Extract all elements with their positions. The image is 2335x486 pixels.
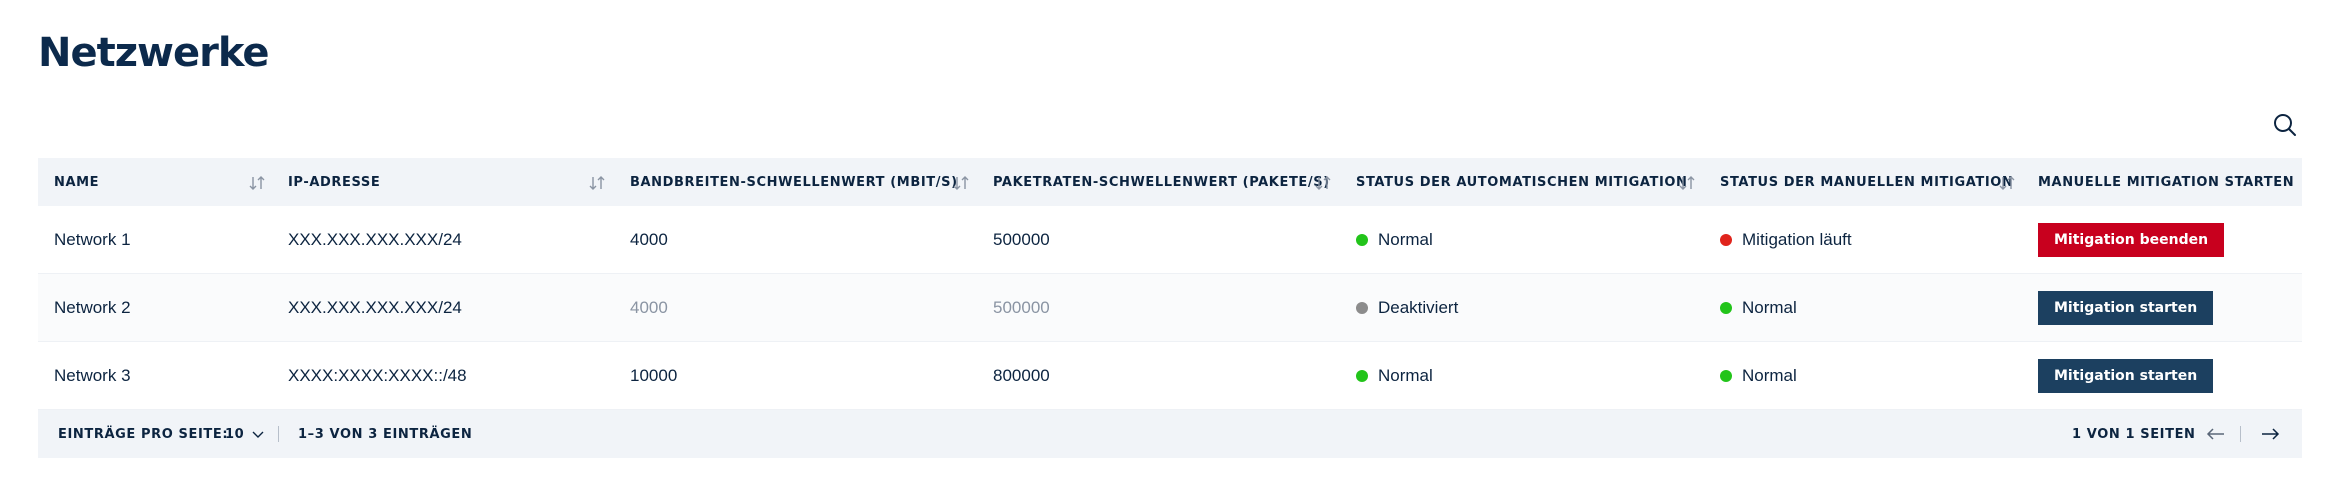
sort-icon[interactable] <box>1314 174 1332 192</box>
status-label: Mitigation läuft <box>1742 230 1852 249</box>
status-label: Normal <box>1742 366 1797 385</box>
per-page-select[interactable]: 10 <box>225 410 266 458</box>
column-header-manual-action: MANUELLE MITIGATION STARTEN <box>2038 174 2295 190</box>
cell-packet-rate: 500000 <box>993 298 1050 317</box>
start-mitigation-button[interactable]: Mitigation starten <box>2038 291 2214 325</box>
status-dot <box>1720 370 1732 382</box>
range-text: 1–3 VON 3 EINTRÄGEN <box>298 426 473 442</box>
status-dot <box>1720 302 1732 314</box>
cell-manual-status: Normal <box>1720 274 1797 342</box>
cell-auto-status: Normal <box>1356 206 1433 274</box>
page-title: Netzwerke <box>38 30 269 76</box>
sort-icon[interactable] <box>952 174 970 192</box>
arrow-left-icon[interactable] <box>2204 422 2228 446</box>
status-label: Normal <box>1742 298 1797 317</box>
cell-bandwidth: 4000 <box>630 230 668 249</box>
status-dot <box>1356 370 1368 382</box>
networks-table: NAME IP-ADRESSE BANDBREITEN-SCHWELLENWER… <box>38 158 2302 458</box>
cell-name: Network 2 <box>54 298 131 317</box>
divider <box>2240 426 2241 442</box>
status-label: Deaktiviert <box>1378 298 1459 317</box>
per-page-value: 10 <box>225 426 245 442</box>
stop-mitigation-button[interactable]: Mitigation beenden <box>2038 223 2225 257</box>
search-icon <box>2274 114 2296 136</box>
status-dot <box>1356 234 1368 246</box>
cell-name: Network 3 <box>54 366 131 385</box>
cell-packet-rate: 800000 <box>993 366 1050 385</box>
column-header-manual-status: STATUS DER MANUELLEN MITIGATION <box>1720 174 2014 190</box>
cell-manual-status: Mitigation läuft <box>1720 206 1852 274</box>
sort-icon[interactable] <box>248 174 266 192</box>
cell-bandwidth: 10000 <box>630 366 678 385</box>
cell-action: Mitigation beenden <box>2038 206 2225 274</box>
table-row: Network 3 XXXX:XXXX:XXXX::/48 10000 8000… <box>38 342 2302 410</box>
chevron-down-icon <box>252 431 264 438</box>
column-header-ip: IP-ADRESSE <box>288 174 381 190</box>
column-header-packet-rate: PAKETRATEN-SCHWELLENWERT (PAKETE/S) <box>993 174 1330 190</box>
sort-icon[interactable] <box>1998 174 2016 192</box>
cell-action: Mitigation starten <box>2038 274 2214 342</box>
per-page-label: EINTRÄGE PRO SEITE: <box>58 426 229 442</box>
status-dot <box>1720 234 1732 246</box>
cell-packet-rate: 500000 <box>993 230 1050 249</box>
cell-ip: XXX.XXX.XXX.XXX/24 <box>288 230 462 249</box>
start-mitigation-button[interactable]: Mitigation starten <box>2038 359 2214 393</box>
status-dot <box>1356 302 1368 314</box>
arrow-right-icon[interactable] <box>2258 422 2282 446</box>
cell-auto-status: Normal <box>1356 342 1433 410</box>
table-row: Network 2 XXX.XXX.XXX.XXX/24 4000 500000… <box>38 274 2302 342</box>
cell-bandwidth: 4000 <box>630 298 668 317</box>
table-header: NAME IP-ADRESSE BANDBREITEN-SCHWELLENWER… <box>38 158 2302 206</box>
cell-manual-status: Normal <box>1720 342 1797 410</box>
search-button[interactable] <box>2270 110 2300 140</box>
divider <box>278 426 279 442</box>
sort-icon[interactable] <box>588 174 606 192</box>
column-header-name: NAME <box>54 174 100 190</box>
cell-name: Network 1 <box>54 230 131 249</box>
cell-ip: XXXX:XXXX:XXXX::/48 <box>288 366 467 385</box>
status-label: Normal <box>1378 230 1433 249</box>
column-header-auto-status: STATUS DER AUTOMATISCHEN MITIGATION <box>1356 174 1688 190</box>
status-label: Normal <box>1378 366 1433 385</box>
column-header-bandwidth: BANDBREITEN-SCHWELLENWERT (MBIT/S) <box>630 174 958 190</box>
sort-icon[interactable] <box>1678 174 1696 192</box>
pagination-bar: EINTRÄGE PRO SEITE: 10 1–3 VON 3 EINTRÄG… <box>38 410 2302 458</box>
cell-auto-status: Deaktiviert <box>1356 274 1458 342</box>
cell-action: Mitigation starten <box>2038 342 2214 410</box>
cell-ip: XXX.XXX.XXX.XXX/24 <box>288 298 462 317</box>
page-text: 1 VON 1 SEITEN <box>2072 426 2196 442</box>
table-row: Network 1 XXX.XXX.XXX.XXX/24 4000 500000… <box>38 206 2302 274</box>
